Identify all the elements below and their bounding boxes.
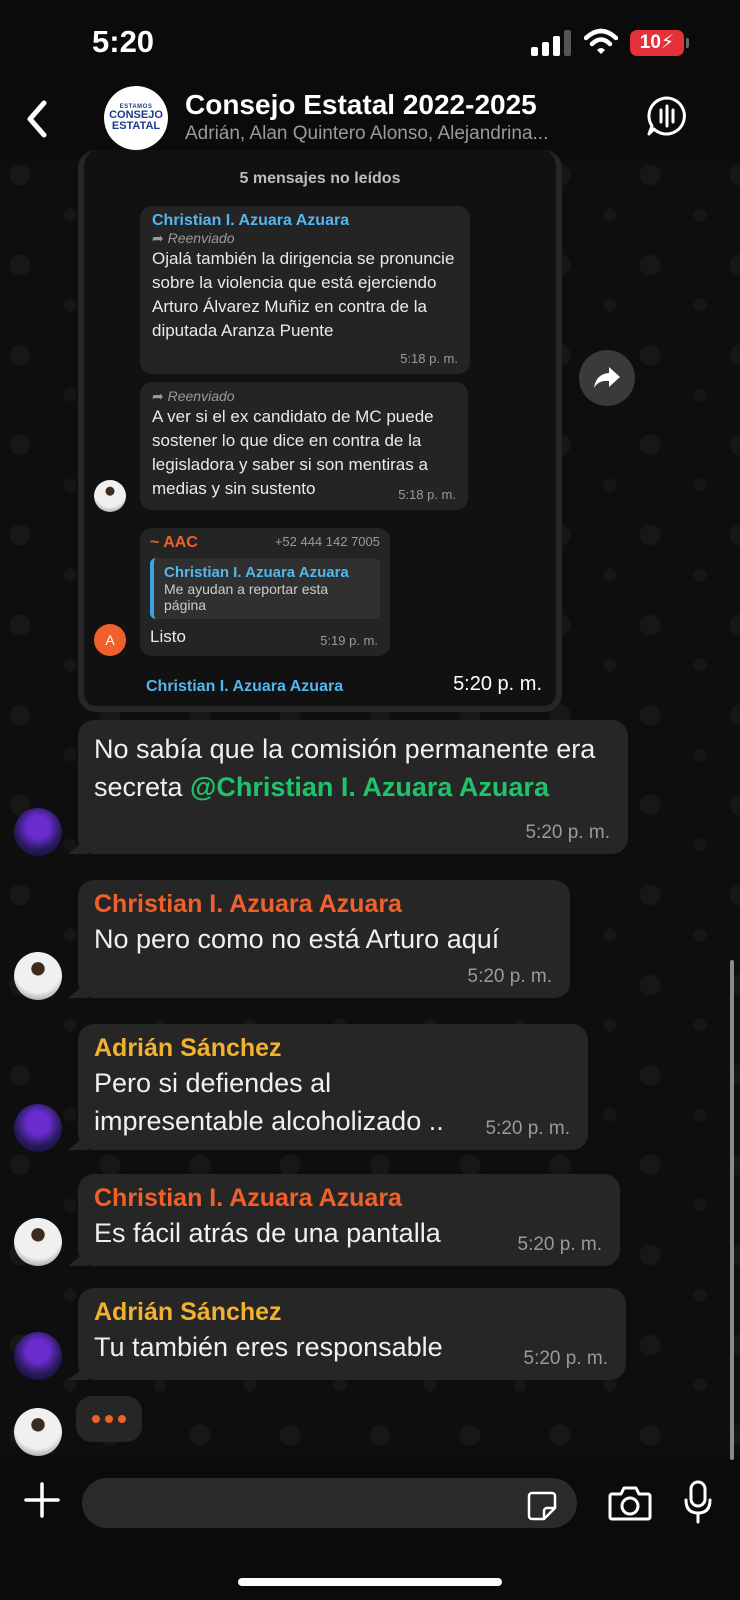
scrollbar[interactable] <box>730 960 734 1460</box>
typing-dot <box>118 1415 126 1423</box>
battery-icon: 10⚡ <box>630 30 689 56</box>
message-bubble[interactable]: Christian I. Azuara Azuara Es fácil atrá… <box>78 1174 620 1266</box>
message-text: Pero si defiendes al impresentable alcoh… <box>94 1068 444 1136</box>
typing-indicator <box>76 1396 142 1442</box>
status-time: 5:20 <box>92 24 155 59</box>
mention[interactable]: @Christian I. Azuara Azuara <box>190 772 549 802</box>
message-time: 5:20 p. m. <box>467 966 553 987</box>
typing-dot <box>105 1415 113 1423</box>
message-bubble[interactable]: Adrián Sánchez Pero si defiendes al impr… <box>78 1024 588 1150</box>
voice-chat-icon[interactable] <box>646 95 688 137</box>
message-sender[interactable]: Christian I. Azuara Azuara <box>94 1182 604 1214</box>
message-text: No sabía que la comisión permanente era … <box>94 734 596 802</box>
message-bubble[interactable]: No sabía que la comisión permanente era … <box>78 720 628 854</box>
avatar[interactable] <box>14 1332 62 1380</box>
battery-level: 10 <box>639 32 661 53</box>
back-button[interactable] <box>20 97 56 141</box>
message-time: 5:20 p. m. <box>523 1348 609 1369</box>
message-text: No pero como no está Arturo aquí <box>94 924 500 954</box>
message-sender[interactable]: Christian I. Azuara Azuara <box>94 888 554 920</box>
message-composer <box>0 1460 740 1600</box>
reply-quote-text: Me ayudan a reportar esta página <box>164 581 329 613</box>
quoted-text: Ojalá también la dirigencia se pronuncie… <box>152 249 455 340</box>
message-sender[interactable]: Adrián Sánchez <box>94 1032 572 1064</box>
quoted-phone: +52 444 142 7005 <box>274 534 380 549</box>
avatar <box>94 480 126 512</box>
quoted-time: 5:18 p. m. <box>398 487 456 502</box>
status-bar: 5:20 10⚡ <box>0 0 740 85</box>
avatar: A <box>94 624 126 656</box>
group-avatar[interactable]: ESTAMOS CONSEJO ESTATAL <box>104 86 168 150</box>
quoted-message-3: ~ AAC +52 444 142 7005 Christian I. Azua… <box>140 528 390 656</box>
quoted-sender: Christian I. Azuara Azuara <box>152 212 350 229</box>
message-time: 5:20 p. m. <box>525 822 611 843</box>
unread-divider: 5 mensajes no leídos <box>239 170 401 187</box>
quoted-message-1: Christian I. Azuara Azuara ➦ Reenviado O… <box>140 206 470 374</box>
message-time: 5:20 p. m. <box>485 1118 571 1139</box>
message-sender[interactable]: Adrián Sánchez <box>94 1296 610 1328</box>
quoted-time: 5:18 p. m. <box>400 351 458 366</box>
forwarded-label: ➦ Reenviado <box>152 230 235 246</box>
avatar[interactable] <box>14 1104 62 1152</box>
forward-button[interactable] <box>579 350 635 406</box>
avatar <box>14 1408 62 1456</box>
forward-icon <box>594 367 620 388</box>
avatar[interactable] <box>14 808 62 856</box>
message-bubble[interactable]: Christian I. Azuara Azuara No pero como … <box>78 880 570 998</box>
message-time: 5:20 p. m. <box>517 1234 603 1255</box>
quoted-message-2: ➦ Reenviado A ver si el ex candidato de … <box>140 382 468 510</box>
message-input[interactable] <box>82 1478 577 1528</box>
home-indicator[interactable] <box>238 1578 502 1586</box>
avatar-line-2: ESTATAL <box>111 120 161 132</box>
wifi-icon <box>584 28 618 54</box>
forwarded-label: ➦ Reenviado <box>152 388 235 404</box>
sticker-icon[interactable] <box>526 1490 558 1522</box>
cut-off-sender: Christian I. Azuara Azuara <box>146 678 344 695</box>
camera-icon[interactable] <box>608 1484 652 1522</box>
cellular-signal-icon <box>531 30 573 56</box>
reply-quote: Christian I. Azuara Azuara Me ayudan a r… <box>150 558 380 619</box>
image-time: 5:20 p. m. <box>453 673 542 695</box>
attach-plus-icon[interactable] <box>22 1480 62 1520</box>
typing-dot <box>92 1415 100 1423</box>
avatar[interactable] <box>14 952 62 1000</box>
quoted-time: 5:19 p. m. <box>320 633 378 648</box>
chat-header: ESTAMOS CONSEJO ESTATAL Consejo Estatal … <box>0 85 740 160</box>
image-message[interactable]: 5 mensajes no leídos Christian I. Azuara… <box>78 150 562 712</box>
chat-members[interactable]: Adrián, Alan Quintero Alonso, Alejandrin… <box>185 123 625 145</box>
message-bubble[interactable]: Adrián Sánchez Tu también eres responsab… <box>78 1288 626 1380</box>
avatar[interactable] <box>14 1218 62 1266</box>
reply-quote-sender: Christian I. Azuara Azuara <box>164 564 349 581</box>
quoted-sender: ~ AAC <box>150 534 198 551</box>
microphone-icon[interactable] <box>684 1480 712 1524</box>
chat-title[interactable]: Consejo Estatal 2022-2025 <box>185 89 537 121</box>
